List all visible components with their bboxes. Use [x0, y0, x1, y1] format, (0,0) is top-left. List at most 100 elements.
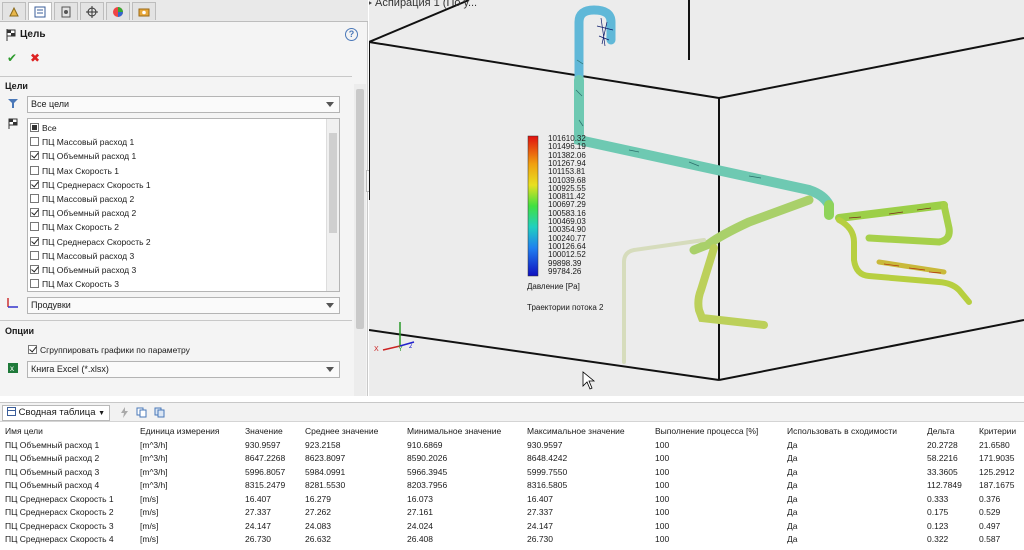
table-cell: [m^3/h]	[140, 453, 168, 464]
table-cell: ПЦ Объемный расход 1	[5, 439, 100, 450]
table-column-header[interactable]: Значение	[243, 424, 303, 438]
table-cell: 20.2728	[927, 439, 958, 450]
tab-feature-tree[interactable]	[2, 2, 26, 20]
table-row[interactable]: ПЦ Объемный расход 2 [m^3/h] 8647.2268 8623…	[3, 452, 1022, 466]
goal-checkbox[interactable]	[30, 165, 39, 175]
goal-list-item[interactable]: ПЦ Среднерасх Скорость 2	[30, 235, 151, 249]
table-column-header[interactable]: Среднее значение	[303, 424, 405, 438]
goal-label: ПЦ Max Скорость 3	[42, 279, 119, 290]
goal-flag-icon	[6, 29, 16, 41]
table-column-header[interactable]: Единица измерения	[138, 424, 243, 438]
table-row[interactable]: ПЦ Среднерасх Скорость 4 [m/s] 26.730 26.63…	[3, 533, 1022, 547]
table-cell: 930.9597	[245, 439, 281, 450]
table-column-header[interactable]: Критерии	[977, 424, 1022, 438]
goal-list-item[interactable]: Все	[30, 121, 57, 135]
goal-list-item[interactable]: ПЦ Max Скорость 1	[30, 164, 119, 178]
summary-table: Имя цели Единица измерения Значение Среднее…	[0, 423, 1024, 550]
tab-configuration-manager[interactable]	[54, 2, 78, 20]
table-cell: 8203.7956	[407, 480, 448, 491]
export-format-select[interactable]: Книга Excel (*.xlsx)	[27, 361, 340, 378]
goal-list-item[interactable]: ПЦ Объемный расход 2	[30, 206, 136, 220]
table-row[interactable]: ПЦ Объемный расход 4 [m^3/h] 8315.2479 8281…	[3, 479, 1022, 493]
graphics-viewport[interactable]: Аспирация 1 (По у... 101610.32 101496.19 1…	[369, 0, 1024, 396]
goal-label: ПЦ Max Скорость 1	[42, 165, 119, 176]
table-column-header[interactable]: Имя цели	[3, 424, 138, 438]
table-row[interactable]: ПЦ Объемный расход 3 [m^3/h] 5996.8057 5984…	[3, 465, 1022, 479]
table-cell: ПЦ Среднерасх Скорость 1	[5, 493, 114, 504]
goal-checkbox[interactable]	[30, 222, 39, 232]
goal-checkbox[interactable]	[30, 179, 39, 189]
table-column-header[interactable]: Дельта	[925, 424, 977, 438]
options-group-header[interactable]: Опции	[0, 323, 352, 339]
legend-color-bar	[527, 135, 539, 277]
table-cell: Да	[787, 480, 798, 491]
table-cell: 33.3605	[927, 466, 958, 477]
property-manager-panel: Цель ? ✔ ✖ Цели Все цели Все ПЦ Массовый …	[0, 0, 368, 396]
table-cell: 5984.0991	[305, 466, 346, 477]
goal-checkbox[interactable]	[30, 151, 39, 161]
table-cell: 0.529	[979, 507, 1001, 518]
feature-manager-tabs	[0, 0, 368, 22]
lightning-icon[interactable]	[119, 407, 130, 418]
goal-list-item[interactable]: ПЦ Массовый расход 2	[30, 192, 134, 206]
parameter-axis-icon	[7, 298, 18, 308]
color-wheel-icon	[113, 6, 123, 17]
goal-checkbox[interactable]	[30, 123, 39, 132]
expand-arrow-icon[interactable]	[369, 0, 375, 8]
goal-checkbox[interactable]	[30, 236, 39, 246]
goal-list-item[interactable]: ПЦ Массовый расход 3	[30, 249, 134, 263]
scrollbar-thumb[interactable]	[329, 133, 337, 233]
scrollbar-thumb[interactable]	[356, 89, 364, 329]
help-icon[interactable]: ?	[345, 28, 358, 41]
goals-group-header[interactable]: Цели	[0, 78, 352, 94]
goal-list-item[interactable]: ПЦ Массовый расход 1	[30, 135, 134, 149]
goal-list[interactable]: Все ПЦ Массовый расход 1 ПЦ Объемный расхо…	[27, 118, 340, 292]
table-cell: 26.408	[407, 534, 433, 545]
goal-checkbox[interactable]	[30, 279, 39, 289]
table-cell: 26.730	[245, 534, 271, 545]
goal-list-scrollbar[interactable]	[326, 119, 339, 291]
goal-list-item[interactable]: ПЦ Среднерасх Скорость 1	[30, 178, 151, 192]
cancel-button[interactable]: ✖	[30, 51, 40, 65]
table-column-header[interactable]: Выполнение процесса [%]	[653, 424, 785, 438]
goal-list-item[interactable]: ПЦ Max Скорость 2	[30, 220, 119, 234]
goal-list-item[interactable]: ПЦ Max Скорость 3	[30, 277, 119, 291]
group-plots-checkbox[interactable]	[28, 345, 37, 354]
table-column-header[interactable]: Использовать в сходимости	[785, 424, 925, 438]
goal-checkbox[interactable]	[30, 194, 39, 203]
goal-list-item[interactable]: ПЦ Объемный расход 3	[30, 263, 136, 277]
goal-filter-select[interactable]: Все цели	[27, 96, 340, 113]
excel-icon: x	[8, 363, 18, 373]
table-cell: [m/s]	[140, 534, 159, 545]
goal-checkbox[interactable]	[30, 265, 39, 274]
goal-checkbox[interactable]	[30, 137, 39, 147]
table-cell: 8281.5530	[305, 480, 346, 491]
table-column-header[interactable]: Максимальное значение	[525, 424, 653, 438]
goal-list-item[interactable]: ПЦ Объемный расход 1	[30, 149, 136, 163]
table-cell: ПЦ Среднерасх Скорость 4	[5, 534, 114, 545]
table-row[interactable]: ПЦ Среднерасх Скорость 1 [m/s] 16.407 16.27…	[3, 492, 1022, 506]
table-row[interactable]: ПЦ Среднерасх Скорость 3 [m/s] 24.147 24.08…	[3, 519, 1022, 533]
table-column-header[interactable]: Минимальное значение	[405, 424, 525, 438]
tab-flow-simulation[interactable]	[132, 2, 156, 20]
table-cell: 100	[655, 466, 670, 477]
table-cell: ПЦ Среднерасх Скорость 2	[5, 507, 114, 518]
group-plots-option[interactable]: Сгруппировать графики по параметру	[28, 344, 190, 357]
table-cell: Да	[787, 534, 798, 545]
ok-button[interactable]: ✔	[7, 51, 17, 65]
panel-scrollbar[interactable]	[354, 84, 366, 396]
table-row[interactable]: ПЦ Среднерасх Скорость 2 [m/s] 27.337 27.26…	[3, 506, 1022, 520]
goal-checkbox[interactable]	[30, 250, 39, 260]
model-view	[369, 0, 1024, 390]
tab-dimxpert[interactable]	[80, 2, 104, 20]
summary-table-tab[interactable]: Сводная таблица ▼	[2, 405, 111, 421]
table-cell: 0.497	[979, 520, 1001, 531]
table-row[interactable]: ПЦ Объемный расход 1 [m^3/h] 930.9597 923.2…	[3, 438, 1022, 452]
tab-property-manager[interactable]	[28, 2, 52, 20]
goal-label: Все	[42, 123, 57, 133]
export-table-icon[interactable]	[154, 407, 165, 418]
goal-checkbox[interactable]	[30, 208, 39, 218]
tab-display-manager[interactable]	[106, 2, 130, 20]
parameter-select[interactable]: Продувки	[27, 297, 340, 314]
copy-icon[interactable]	[136, 407, 147, 418]
